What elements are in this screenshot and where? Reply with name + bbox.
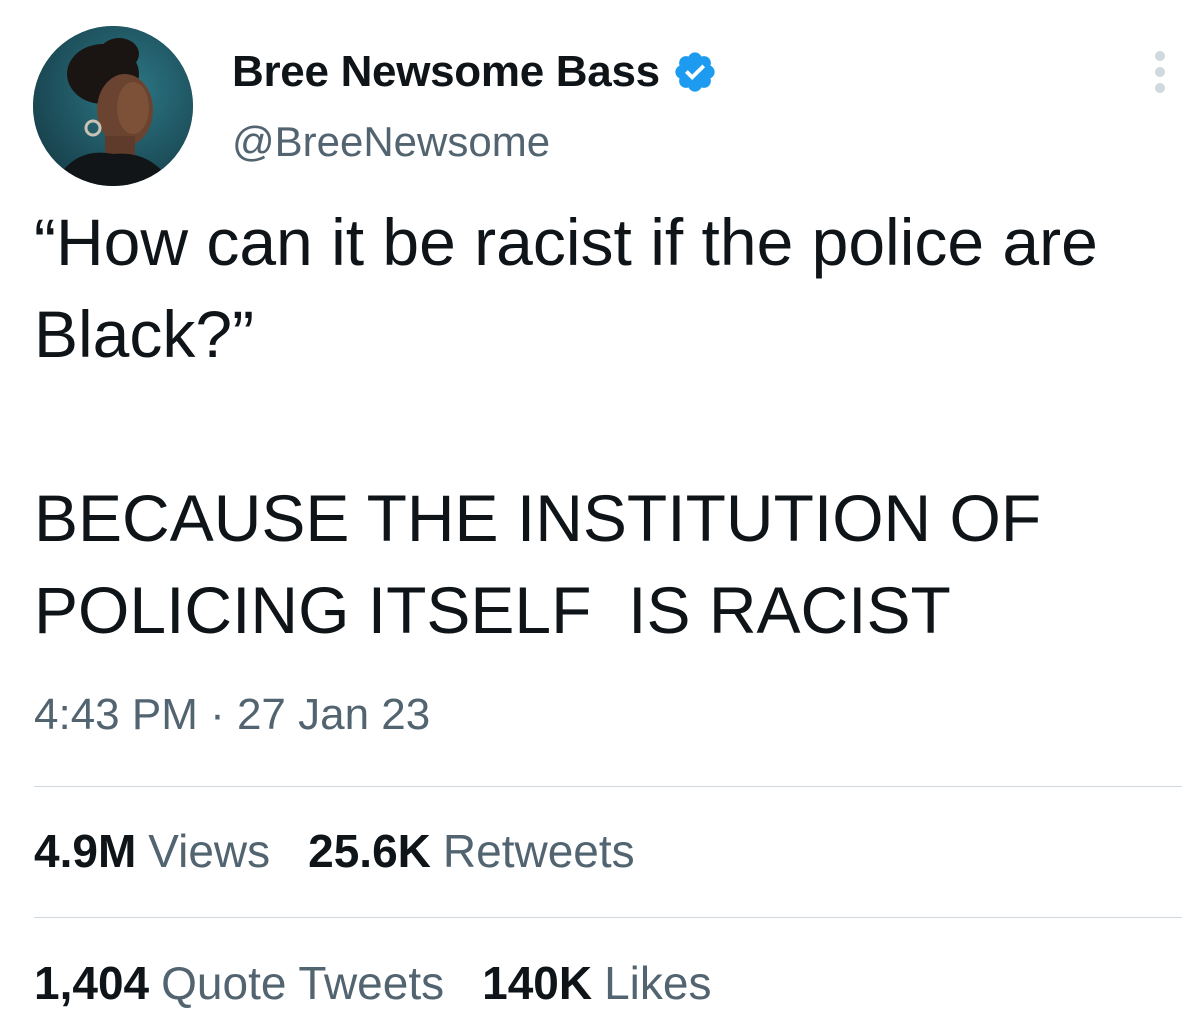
author-handle[interactable]: @BreeNewsome [232, 118, 550, 166]
likes-stat[interactable]: 140K Likes [482, 956, 711, 1010]
divider [34, 786, 1182, 787]
quote-tweets-label: Quote Tweets [161, 957, 445, 1009]
retweets-stat[interactable]: 25.6K Retweets [308, 824, 635, 878]
tweet-card: Bree Newsome Bass @BreeNewsome “How can … [0, 0, 1200, 1027]
stats-row-quotes-likes: 1,404 Quote Tweets 140K Likes [34, 956, 749, 1010]
likes-label: Likes [604, 957, 712, 1009]
likes-count: 140K [482, 957, 593, 1009]
divider [34, 917, 1182, 918]
verified-badge-icon [672, 49, 718, 95]
views-stat[interactable]: 4.9M Views [34, 824, 270, 878]
quote-tweets-stat[interactable]: 1,404 Quote Tweets [34, 956, 444, 1010]
quote-tweets-count: 1,404 [34, 957, 150, 1009]
retweets-count: 25.6K [308, 825, 431, 877]
tweet-text: “How can it be racist if the police are … [34, 205, 1098, 647]
views-count: 4.9M [34, 825, 137, 877]
more-options-icon[interactable] [1142, 44, 1178, 100]
author-name-row: Bree Newsome Bass [232, 42, 718, 102]
author-display-name[interactable]: Bree Newsome Bass [232, 47, 660, 97]
retweets-label: Retweets [442, 825, 635, 877]
avatar[interactable] [33, 26, 193, 186]
stats-row-views-retweets: 4.9M Views 25.6K Retweets [34, 824, 673, 878]
avatar-image [33, 26, 193, 186]
tweet-timestamp[interactable]: 4:43 PM · 27 Jan 23 [34, 690, 430, 740]
views-label: Views [148, 825, 271, 877]
